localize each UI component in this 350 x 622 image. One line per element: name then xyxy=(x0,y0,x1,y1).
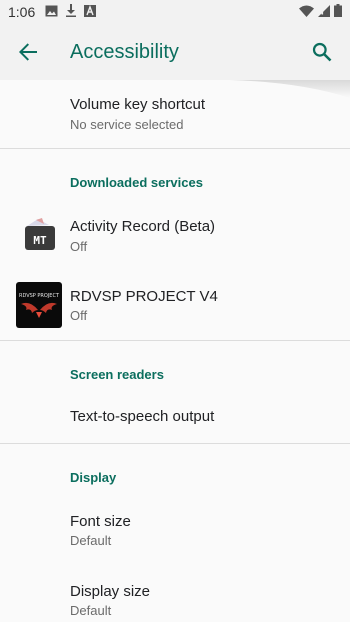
text-to-speech-item[interactable]: Text-to-speech output xyxy=(0,392,350,442)
section-header-downloaded: Downloaded services xyxy=(70,175,203,190)
activity-record-title: Activity Record (Beta) xyxy=(70,218,216,235)
activity-record-icon-label: MT xyxy=(33,234,47,247)
text-to-speech-title: Text-to-speech output xyxy=(70,408,215,425)
wifi-icon xyxy=(299,5,314,20)
volume-key-shortcut-item[interactable]: Volume key shortcut No service selected xyxy=(0,80,350,148)
font-size-item[interactable]: Font size Default xyxy=(0,498,350,564)
status-bar: 1:06 xyxy=(0,0,350,24)
search-icon xyxy=(312,42,332,62)
display-size-title: Display size xyxy=(70,583,151,600)
font-size-value: Default xyxy=(70,533,112,548)
status-time: 1:06 xyxy=(8,4,36,20)
battery-icon xyxy=(334,4,342,20)
volume-key-shortcut-subtitle: No service selected xyxy=(70,117,184,132)
search-button[interactable] xyxy=(294,24,350,80)
activity-record-status: Off xyxy=(70,239,88,254)
activity-record-app-icon: MT xyxy=(16,214,62,260)
font-size-title: Font size xyxy=(70,513,131,530)
back-button[interactable] xyxy=(0,24,56,80)
divider xyxy=(0,443,350,444)
divider xyxy=(0,148,350,149)
image-icon xyxy=(45,5,58,20)
rdvsp-project-status: Off xyxy=(70,308,88,323)
display-size-item[interactable]: Display size Default xyxy=(0,568,350,622)
app-notification-icon xyxy=(84,4,97,20)
rdvsp-project-item[interactable]: RDVSP PROJECT RDVSP PROJECT V4 Off xyxy=(0,272,350,340)
arrow-back-icon xyxy=(19,43,37,61)
display-size-value: Default xyxy=(70,603,112,618)
section-header-screen-readers: Screen readers xyxy=(70,367,164,382)
signal-icon xyxy=(318,4,330,20)
divider xyxy=(0,340,350,341)
download-icon xyxy=(65,4,77,20)
activity-record-item[interactable]: MT Activity Record (Beta) Off xyxy=(0,202,350,272)
page-title: Accessibility xyxy=(70,40,179,63)
rdvsp-icon-label: RDVSP PROJECT xyxy=(19,293,60,299)
section-header-display: Display xyxy=(70,470,117,485)
rdvsp-project-app-icon: RDVSP PROJECT xyxy=(16,282,62,328)
volume-key-shortcut-title: Volume key shortcut xyxy=(70,96,206,113)
rdvsp-project-title: RDVSP PROJECT V4 xyxy=(70,288,218,305)
app-bar: Accessibility xyxy=(0,24,350,80)
